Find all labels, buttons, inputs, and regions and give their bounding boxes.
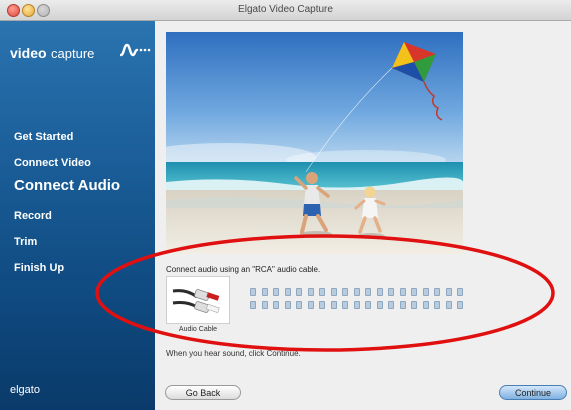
meter-cell — [273, 288, 279, 296]
meter-cell — [445, 301, 452, 309]
meter-cell — [365, 288, 371, 296]
waveform-icon — [120, 43, 151, 57]
meter-cell — [319, 288, 325, 296]
step-record[interactable]: Record — [14, 210, 52, 222]
meter-cell — [376, 301, 383, 309]
beach-kite-photo — [166, 32, 463, 254]
audio-cable-label: Audio Cable — [178, 326, 218, 333]
meter-cell — [388, 301, 394, 309]
meter-cell — [457, 301, 463, 309]
logo-text-light: capture — [51, 46, 95, 61]
meter-cell — [296, 301, 302, 309]
go-back-button[interactable]: Go Back — [165, 385, 241, 400]
meter-cell — [457, 288, 463, 296]
brand-label: elgato — [10, 384, 40, 396]
main-panel: Connect audio using an "RCA" audio cable… — [155, 21, 571, 410]
meter-cell — [250, 301, 256, 309]
meter-cell — [330, 288, 337, 296]
meter-cell — [422, 301, 429, 309]
meter-cell — [284, 301, 291, 309]
meter-cell — [261, 288, 268, 296]
meter-cell — [445, 288, 452, 296]
meter-cell — [284, 288, 291, 296]
meter-cell — [250, 288, 256, 296]
step-connect-audio[interactable]: Connect Audio — [14, 177, 120, 194]
app-window: Elgato Video Capture video capture Get S… — [0, 0, 571, 410]
meter-cell — [388, 288, 394, 296]
meter-cell — [411, 301, 417, 309]
rca-cable-icon — [172, 289, 220, 314]
logo-text-bold: video — [10, 45, 47, 61]
meter-cell — [365, 301, 371, 309]
meter-cell — [353, 288, 360, 296]
step-connect-video[interactable]: Connect Video — [14, 157, 91, 169]
audio-cable-image — [166, 276, 230, 324]
meter-cell — [296, 288, 302, 296]
window-title: Elgato Video Capture — [238, 4, 333, 15]
meter-cell — [422, 288, 429, 296]
meter-cell — [434, 288, 440, 296]
app-logo: video capture — [10, 45, 94, 63]
title-bar: Elgato Video Capture — [0, 0, 571, 21]
meter-cell — [399, 301, 406, 309]
meter-cell — [434, 301, 440, 309]
audio-level-meter — [250, 288, 470, 314]
meter-cell — [307, 301, 314, 309]
meter-cell — [353, 301, 360, 309]
hint-text: When you hear sound, click Continue. — [166, 349, 301, 358]
meter-cell — [330, 301, 337, 309]
meter-cell — [319, 301, 325, 309]
meter-cell — [273, 301, 279, 309]
step-get-started[interactable]: Get Started — [14, 131, 73, 143]
meter-cell — [376, 288, 383, 296]
instruction-text: Connect audio using an "RCA" audio cable… — [166, 265, 321, 274]
step-finish-up[interactable]: Finish Up — [14, 262, 64, 274]
meter-cell — [342, 301, 348, 309]
meter-cell — [261, 301, 268, 309]
meter-cell — [399, 288, 406, 296]
sidebar: video capture Get Started Connect Video … — [0, 21, 155, 410]
continue-button[interactable]: Continue — [499, 385, 567, 400]
step-trim[interactable]: Trim — [14, 236, 37, 248]
meter-cell — [342, 288, 348, 296]
meter-cell — [307, 288, 314, 296]
meter-cell — [411, 288, 417, 296]
